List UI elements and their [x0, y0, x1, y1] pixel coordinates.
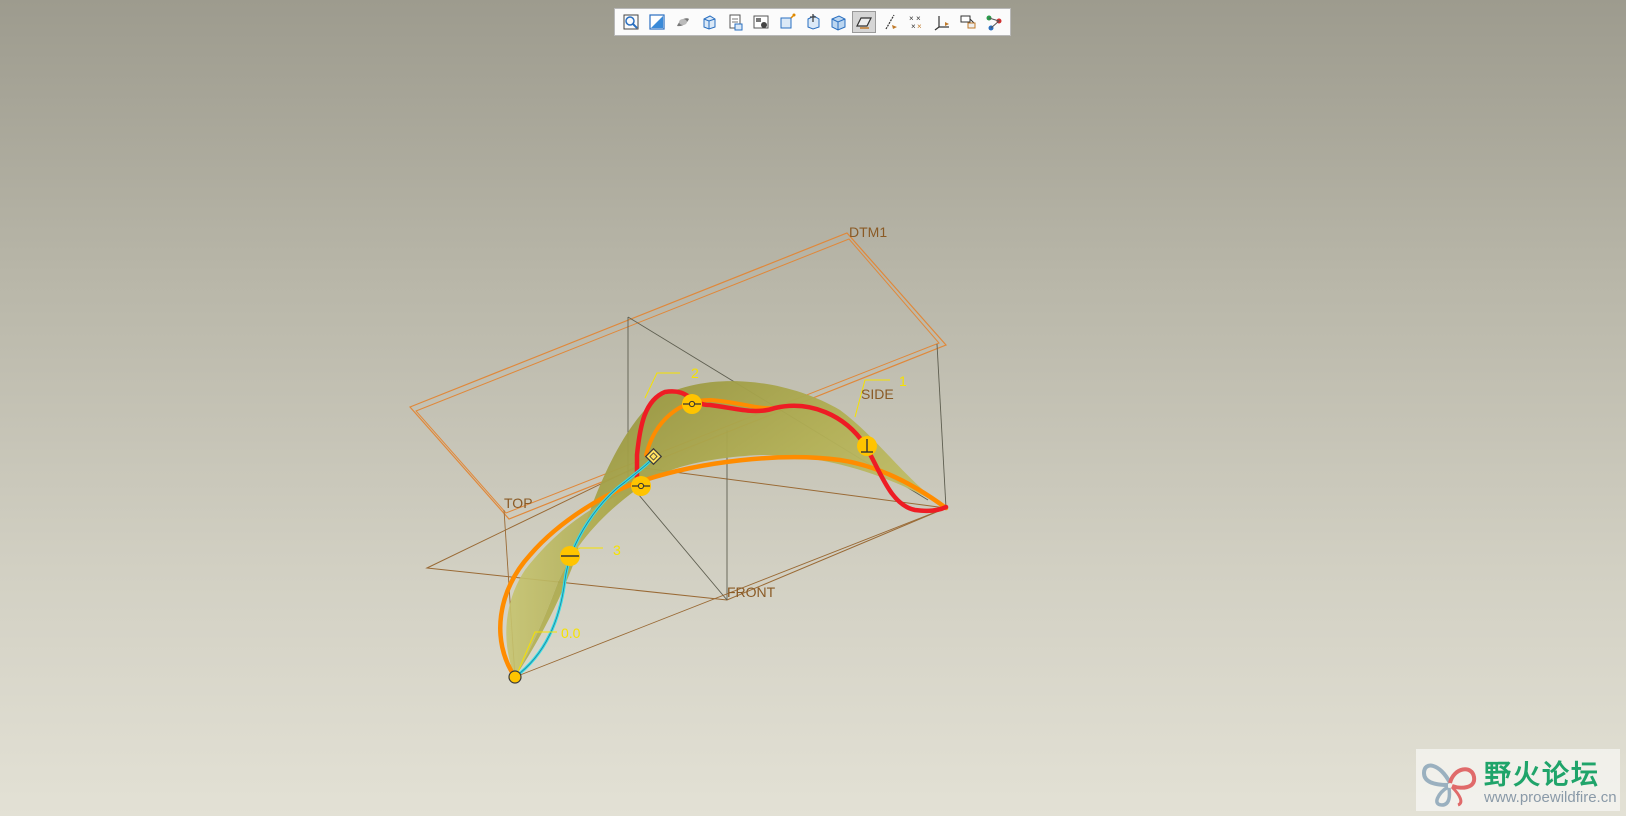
- watermark: 野火论坛 www.proewildfire.cn: [1416, 749, 1620, 811]
- tangency-handle-3[interactable]: [560, 546, 580, 566]
- tangency-handle-2[interactable]: [682, 394, 702, 414]
- start-point-handle[interactable]: [508, 670, 522, 684]
- datum-label-front: FRONT: [727, 584, 776, 600]
- datum-label-side: SIDE: [861, 386, 894, 402]
- datum-label-top: TOP: [504, 495, 533, 511]
- datum-label-dtm1: DTM1: [849, 224, 887, 240]
- tangency-handle-center[interactable]: [631, 476, 651, 496]
- watermark-url: www.proewildfire.cn: [1484, 789, 1617, 806]
- watermark-title: 野火论坛: [1484, 760, 1600, 791]
- curve-label-1: 1: [899, 373, 907, 389]
- normal-handle-1[interactable]: [857, 436, 877, 456]
- datum-plane-top[interactable]: [425, 466, 948, 601]
- 3d-viewport[interactable]: DTM1 SIDE TOP FRONT 2 1 3 0.0: [0, 0, 1626, 816]
- curve-label-3: 3: [613, 542, 621, 558]
- curve-label-2: 2: [691, 365, 699, 381]
- datum-plane-dtm1[interactable]: [408, 232, 948, 520]
- butterfly-logo-icon: [1421, 763, 1477, 807]
- curve-label-0: 0.0: [561, 625, 581, 641]
